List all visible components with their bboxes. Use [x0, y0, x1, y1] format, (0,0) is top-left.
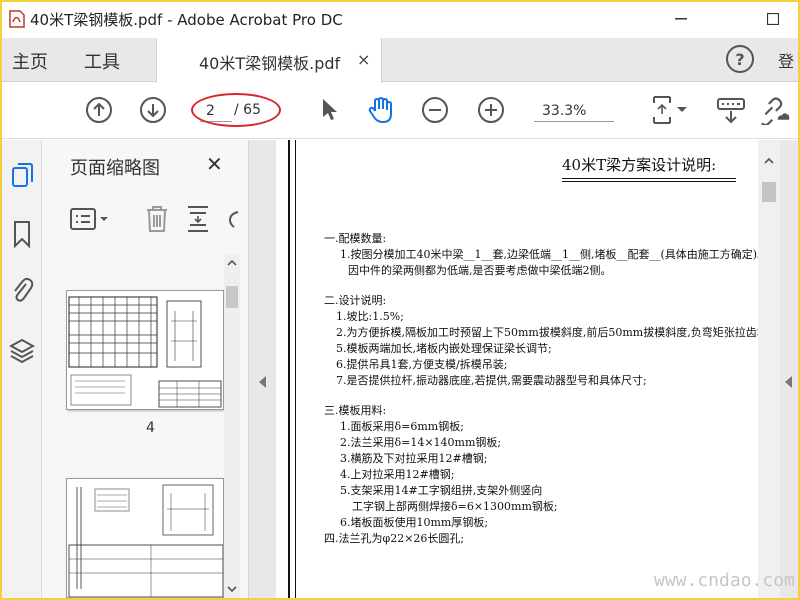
panel-tools	[70, 202, 240, 236]
document-line: 2.为方便拆模,隔板加工时预留上下50mm拔模斜度,前后50mm拔模斜度,负弯矩…	[336, 326, 779, 339]
acrobat-logo-icon	[6, 8, 30, 30]
acrobat-window: 40米T梁钢模板.pdf - Adobe Acrobat Pro DC 主页 工…	[2, 2, 798, 598]
close-tab-button[interactable]: ×	[357, 50, 370, 69]
navigation-rail	[2, 140, 42, 598]
delete-page-button[interactable]	[144, 204, 170, 238]
document-line: 6.提供吊具1套,方便支模/拆模吊装;	[336, 358, 508, 371]
drawing-preview-icon	[68, 484, 223, 597]
next-page-button[interactable]	[138, 95, 168, 125]
hand-tool-button[interactable]	[366, 95, 396, 125]
panel-title: 页面缩略图	[70, 158, 160, 179]
document-line: 1.面板采用δ=6mm钢板;	[340, 420, 464, 433]
menu-bar: 主页 工具 40米T梁钢模板.pdf × ? 登	[2, 38, 798, 83]
paperclip-icon	[14, 277, 34, 302]
page-number-highlight-annotation	[191, 93, 281, 127]
expand-right-pane-icon	[785, 376, 792, 388]
document-line: 7.是否提供拉杆,振动器底座,若提供,需要震动器型号和具体尺寸;	[336, 374, 647, 387]
cursor-arrow-icon	[323, 99, 337, 120]
document-line: 4.上对拉采用12#槽钢;	[340, 468, 455, 481]
section-heading: 三.模板用料:	[324, 404, 387, 417]
toolbar: 2 / 65 33.3%	[2, 83, 798, 139]
rotate-page-button[interactable]	[226, 208, 240, 234]
select-tool-button[interactable]	[314, 95, 344, 125]
collapse-left-icon	[259, 376, 266, 388]
page-thumbnails-icon	[12, 163, 33, 187]
previous-page-button[interactable]	[84, 95, 114, 125]
document-line: 6.堵板面板使用10mm厚钢板;	[340, 516, 489, 529]
document-line: 1.按图分模加工40米中梁__1__套,边梁低端__1__侧,堵板__配套__(…	[340, 248, 769, 261]
page-border	[295, 140, 296, 598]
fit-dropdown-button[interactable]	[674, 95, 690, 125]
right-pane-toggle[interactable]	[780, 140, 798, 598]
layers-icon	[9, 338, 35, 364]
keyboard-tool-button[interactable]	[716, 95, 746, 125]
page-extract-icon	[188, 206, 208, 232]
maximize-button[interactable]	[750, 2, 796, 36]
chevron-up-icon	[764, 157, 774, 164]
thumbnail-scrollbar-thumb[interactable]	[226, 286, 238, 308]
heading-underline	[562, 181, 736, 182]
sign-in-link[interactable]: 登	[778, 48, 794, 72]
document-heading: 40米T梁方案设计说明:	[562, 156, 717, 174]
layers-button[interactable]	[8, 336, 36, 364]
page-thumbnails-panel: 页面缩略图 ✕ 4	[42, 140, 248, 598]
drawing-preview-icon	[68, 296, 222, 408]
section-heading: 一.配模数量:	[324, 232, 387, 245]
document-line: 3.横筋及下对拉采用12#槽钢;	[340, 452, 488, 465]
hand-icon	[368, 97, 392, 123]
home-menu[interactable]: 主页	[12, 48, 48, 74]
document-tab[interactable]: 40米T梁钢模板.pdf ×	[156, 38, 382, 83]
zoom-level-input[interactable]: 33.3%	[534, 100, 614, 122]
document-line: 因中件的梁两侧都为低端,是否要考虑做中梁低端2侧。	[348, 264, 612, 277]
document-line: 工字钢上部两侧焊接δ=6×1300mm钢板;	[352, 500, 558, 513]
minus-circle-icon	[422, 97, 448, 123]
arrow-up-icon	[86, 97, 112, 123]
page-thumbnail[interactable]	[66, 478, 224, 598]
thumbnail-options-button[interactable]	[70, 206, 110, 236]
zoom-in-button[interactable]	[476, 95, 506, 125]
zoom-out-button[interactable]	[420, 95, 450, 125]
arrow-down-icon	[140, 97, 166, 123]
section-heading: 二.设计说明:	[324, 294, 387, 307]
chevron-down-icon	[227, 586, 237, 593]
panel-collapse-handle[interactable]	[248, 140, 276, 598]
trash-icon	[147, 206, 167, 232]
site-watermark: www.cndao.com	[654, 570, 795, 591]
document-scrollbar[interactable]	[758, 140, 780, 598]
minimize-button[interactable]	[658, 2, 704, 36]
page-thumbnails-button[interactable]	[8, 162, 36, 190]
section-heading: 四.法兰孔为φ22×26长圆孔;	[324, 532, 465, 545]
chevron-down-icon	[677, 107, 687, 112]
thumbnail-scrollbar[interactable]	[224, 254, 240, 598]
title-bar: 40米T梁钢模板.pdf - Adobe Acrobat Pro DC	[2, 2, 798, 38]
heading-underline	[562, 178, 736, 179]
document-line: 1.坡比:1.5%;	[336, 310, 404, 323]
options-menu-icon	[70, 208, 108, 230]
rotate-icon	[228, 211, 239, 228]
plus-circle-icon	[478, 97, 504, 123]
document-line: 5.模板两端加长,堵板内嵌处理保证梁长调节;	[336, 342, 552, 355]
document-tab-label: 40米T梁钢模板.pdf	[199, 54, 341, 73]
extract-page-button[interactable]	[186, 204, 212, 238]
close-panel-button[interactable]: ✕	[206, 152, 223, 176]
tools-menu[interactable]: 工具	[84, 48, 120, 74]
page-thumbnail[interactable]	[66, 290, 224, 410]
bookmarks-button[interactable]	[8, 220, 36, 248]
attachments-button[interactable]	[8, 276, 36, 304]
window-title: 40米T梁钢模板.pdf - Adobe Acrobat Pro DC	[30, 11, 343, 29]
document-line: 2.法兰采用δ=14×140mm钢板;	[340, 436, 502, 449]
fit-page-icon	[653, 96, 671, 124]
document-line: 5.支架采用14#工字钢组拼,支架外侧竖向	[340, 484, 543, 497]
bookmark-icon	[14, 221, 30, 248]
thumbnail-page-number: 4	[146, 420, 155, 436]
document-scrollbar-thumb[interactable]	[762, 182, 776, 202]
keyboard-download-icon	[717, 98, 745, 124]
chevron-up-icon	[227, 259, 237, 266]
link-cloud-icon	[761, 97, 790, 125]
share-link-button[interactable]	[760, 95, 790, 125]
help-icon[interactable]: ?	[726, 45, 754, 73]
document-view: 40米T梁方案设计说明: 一.配模数量: 1.按图分模加工40米中梁__1__套…	[276, 140, 798, 598]
page-border	[288, 140, 290, 598]
